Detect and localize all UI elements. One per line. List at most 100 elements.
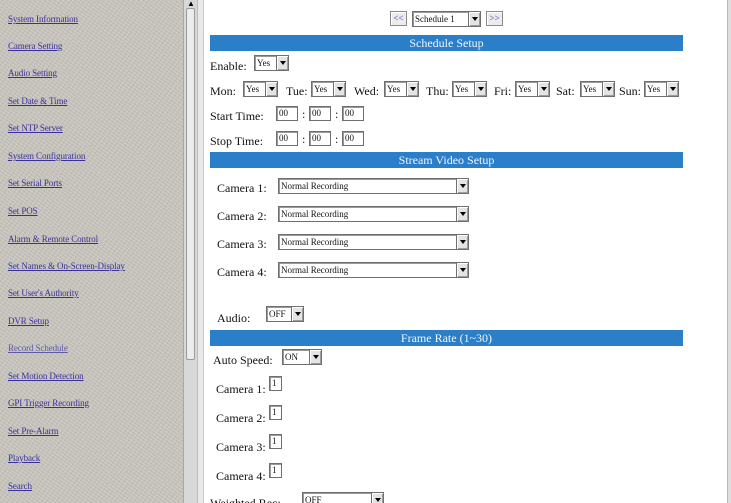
stream-camera-3-select[interactable]: Normal Recording — [278, 234, 469, 250]
chevron-down-icon — [371, 492, 384, 503]
chevron-down-icon — [309, 349, 322, 365]
stop-second-input[interactable]: 00 — [342, 131, 364, 146]
sidebar-item-set-date-time[interactable]: Set Date & Time — [8, 93, 67, 109]
tue-select-value: Yes — [314, 84, 328, 94]
chevron-down-icon — [537, 81, 550, 97]
stream-camera-4-value: Normal Recording — [281, 265, 349, 275]
previous-schedule-button[interactable]: << — [390, 11, 407, 26]
sidebar-item-set-names-osd[interactable]: Set Names & On-Screen-Display — [8, 258, 125, 274]
sat-select-value: Yes — [583, 84, 597, 94]
stream-camera-4-label: Camera 4: — [217, 265, 267, 279]
fri-select-value: Yes — [518, 84, 532, 94]
sidebar-nav: System Information Camera Setting Audio … — [0, 0, 183, 503]
audio-select[interactable]: OFF — [266, 306, 304, 322]
stream-camera-1-value: Normal Recording — [281, 181, 349, 191]
frame-rate-camera-3-input[interactable]: 1 — [269, 434, 282, 449]
chevron-down-icon — [602, 81, 615, 97]
time-separator: : — [335, 132, 339, 146]
sidebar-item-set-pre-alarm[interactable]: Set Pre-Alarm — [8, 423, 59, 439]
auto-speed-label: Auto Speed: — [213, 353, 273, 367]
sidebar-item-gpi-trigger-recording[interactable]: GPI Trigger Recording — [8, 395, 89, 411]
chevron-down-icon — [291, 306, 304, 322]
tue-select[interactable]: Yes — [311, 81, 346, 97]
chevron-down-icon — [666, 81, 679, 97]
sidebar-item-system-information[interactable]: System Information — [8, 11, 78, 27]
sidebar-item-camera-setting[interactable]: Camera Setting — [8, 38, 62, 54]
day-label-sat: Sat: — [556, 84, 575, 98]
sidebar-scrollbar[interactable]: ▲ — [183, 0, 198, 503]
day-label-tue: Tue: — [286, 84, 308, 98]
next-schedule-button[interactable]: >> — [486, 11, 503, 26]
right-frame-border — [727, 0, 731, 503]
sidebar-item-dvr-setup[interactable]: DVR Setup — [8, 313, 49, 329]
stream-camera-3-value: Normal Recording — [281, 237, 349, 247]
wed-select-value: Yes — [387, 84, 401, 94]
time-separator: : — [335, 107, 339, 121]
stop-minute-input[interactable]: 00 — [309, 131, 331, 146]
frame-rate-camera-2-label: Camera 2: — [216, 411, 266, 425]
chevron-down-icon — [265, 81, 278, 97]
thu-select-value: Yes — [455, 84, 469, 94]
schedule-select[interactable]: Schedule 1 — [412, 11, 481, 27]
stream-camera-2-select[interactable]: Normal Recording — [278, 206, 469, 222]
auto-speed-select[interactable]: ON — [282, 349, 322, 365]
scroll-up-arrow-icon[interactable]: ▲ — [187, 0, 195, 8]
frame-rate-camera-1-input[interactable]: 1 — [269, 376, 282, 391]
stream-camera-1-label: Camera 1: — [217, 181, 267, 195]
sidebar-item-set-motion-detection[interactable]: Set Motion Detection — [8, 368, 84, 384]
weighted-rec-select[interactable]: OFF — [302, 492, 384, 503]
mon-select[interactable]: Yes — [243, 81, 278, 97]
frame-rate-camera-2-input[interactable]: 1 — [269, 405, 282, 420]
chevron-down-icon — [468, 11, 481, 27]
sidebar-item-set-users-authority[interactable]: Set User's Authority — [8, 285, 79, 301]
chevron-down-icon — [456, 206, 469, 222]
enable-select-value: Yes — [257, 58, 271, 68]
sidebar-item-record-schedule[interactable]: Record Schedule — [8, 340, 68, 356]
stop-hour-input[interactable]: 00 — [276, 131, 298, 146]
auto-speed-value: ON — [285, 352, 298, 362]
sun-select-value: Yes — [647, 84, 661, 94]
start-minute-input[interactable]: 00 — [309, 106, 331, 121]
mon-select-value: Yes — [246, 84, 260, 94]
day-label-wed: Wed: — [354, 84, 380, 98]
chevron-down-icon — [474, 81, 487, 97]
time-separator: : — [302, 132, 306, 146]
sidebar-item-system-configuration[interactable]: System Configuration — [8, 148, 85, 164]
time-separator: : — [302, 107, 306, 121]
wed-select[interactable]: Yes — [384, 81, 419, 97]
sun-select[interactable]: Yes — [644, 81, 679, 97]
scrollbar-thumb[interactable] — [186, 8, 195, 360]
frame-rate-camera-4-label: Camera 4: — [216, 469, 266, 483]
stream-camera-4-select[interactable]: Normal Recording — [278, 262, 469, 278]
sidebar-item-search[interactable]: Search — [8, 478, 32, 494]
audio-label: Audio: — [217, 311, 251, 325]
audio-select-value: OFF — [269, 309, 286, 319]
enable-select[interactable]: Yes — [254, 55, 289, 71]
stream-camera-1-select[interactable]: Normal Recording — [278, 178, 469, 194]
sidebar-item-alarm-remote-control[interactable]: Alarm & Remote Control — [8, 231, 98, 247]
schedule-select-value: Schedule 1 — [415, 14, 455, 24]
start-second-input[interactable]: 00 — [342, 106, 364, 121]
thu-select[interactable]: Yes — [452, 81, 487, 97]
sidebar-item-set-pos[interactable]: Set POS — [8, 203, 38, 219]
fri-select[interactable]: Yes — [515, 81, 550, 97]
sidebar-item-playback[interactable]: Playback — [8, 450, 40, 466]
frame-rate-camera-3-label: Camera 3: — [216, 440, 266, 454]
sidebar-item-audio-setting[interactable]: Audio Setting — [8, 65, 57, 81]
enable-label: Enable: — [210, 59, 247, 73]
chevron-down-icon — [456, 262, 469, 278]
frame-rate-header: Frame Rate (1~30) — [210, 330, 683, 346]
day-label-sun: Sun: — [619, 84, 642, 98]
chevron-down-icon — [456, 178, 469, 194]
weighted-rec-value: OFF — [305, 495, 322, 503]
frame-rate-camera-1-label: Camera 1: — [216, 382, 266, 396]
sidebar-item-set-serial-ports[interactable]: Set Serial Ports — [8, 175, 62, 191]
sidebar-item-set-ntp-server[interactable]: Set NTP Server — [8, 120, 63, 136]
frame-rate-camera-4-input[interactable]: 1 — [269, 463, 282, 478]
frame-divider — [198, 0, 204, 503]
start-hour-input[interactable]: 00 — [276, 106, 298, 121]
schedule-setup-header: Schedule Setup — [210, 35, 683, 51]
sat-select[interactable]: Yes — [580, 81, 615, 97]
stream-camera-3-label: Camera 3: — [217, 237, 267, 251]
stop-time-label: Stop Time: — [210, 134, 264, 148]
